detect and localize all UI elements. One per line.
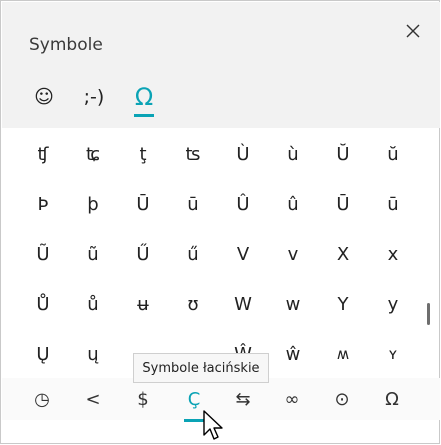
symbol-cell[interactable]: w xyxy=(268,284,318,324)
symbol-cell[interactable]: ʦ xyxy=(168,134,218,174)
symbol-cell[interactable]: Ū xyxy=(318,184,368,224)
tab-kaomoji[interactable]: ;-) xyxy=(74,74,114,120)
tooltip: Symbole łacińskie xyxy=(133,353,269,383)
symbol-cell[interactable]: û xyxy=(268,184,318,224)
close-icon xyxy=(406,24,420,38)
category-punctuation[interactable]: < xyxy=(68,378,118,420)
symbol-cell[interactable]: Ŭ xyxy=(318,134,368,174)
symbol-cell[interactable]: ū xyxy=(368,184,418,224)
symbol-cell[interactable]: W xyxy=(218,284,268,324)
symbol-cell[interactable]: V xyxy=(218,234,268,274)
symbol-cell[interactable]: ʏ xyxy=(368,334,418,374)
symbol-cell[interactable]: ù xyxy=(268,134,318,174)
omega-icon: Ω xyxy=(134,83,154,111)
symbol-cell[interactable]: Ū xyxy=(118,184,168,224)
symbol-cell[interactable]: X xyxy=(318,234,368,274)
symbol-cell[interactable]: x xyxy=(368,234,418,274)
close-button[interactable] xyxy=(400,18,426,44)
category-language-icon: Ω xyxy=(385,388,399,410)
symbol-cell[interactable]: ŵ xyxy=(268,334,318,374)
symbol-cell[interactable]: Û xyxy=(218,184,268,224)
symbol-cell[interactable]: ŭ xyxy=(368,134,418,174)
symbol-cell[interactable]: ʉ xyxy=(118,284,168,324)
tab-selected-indicator xyxy=(134,114,154,117)
symbol-cell[interactable]: y xyxy=(368,284,418,324)
category-arrows-icon: ⇆ xyxy=(235,388,251,410)
scrollbar-thumb[interactable] xyxy=(427,303,430,325)
symbol-cell[interactable]: ũ xyxy=(68,234,118,274)
tab-emoji[interactable]: ☺ xyxy=(24,74,64,120)
symbol-cell[interactable]: Þ xyxy=(18,184,68,224)
panel-header: Symbole ☺ ;-) Ω xyxy=(2,2,440,128)
symbol-cell[interactable]: ű xyxy=(168,234,218,274)
tab-kaomoji-label: ;-) xyxy=(83,86,105,108)
category-recent-icon: ◷ xyxy=(34,388,50,410)
mouse-cursor-icon xyxy=(203,410,223,440)
symbol-cell[interactable]: v xyxy=(268,234,318,274)
symbol-cell[interactable]: ţ xyxy=(118,134,168,174)
symbol-cell[interactable]: Ù xyxy=(218,134,268,174)
symbol-cell[interactable]: ū xyxy=(168,184,218,224)
symbol-cell[interactable]: ʧ xyxy=(18,134,68,174)
symbol-cell[interactable]: ʨ xyxy=(68,134,118,174)
symbol-cell[interactable]: Ų xyxy=(18,334,68,374)
category-math[interactable]: ∞ xyxy=(267,378,317,420)
category-latin-icon: Ç xyxy=(187,388,201,410)
symbol-cell[interactable]: Y xyxy=(318,284,368,324)
category-currency-icon: $ xyxy=(137,388,149,410)
symbol-cell[interactable]: ů xyxy=(68,284,118,324)
symbol-cell[interactable]: ʍ xyxy=(318,334,368,374)
symbol-cell[interactable]: Ů xyxy=(18,284,68,324)
category-supplemental[interactable]: ⊙ xyxy=(317,378,367,420)
category-arrows[interactable]: ⇆ xyxy=(218,378,268,420)
category-selected-indicator xyxy=(184,419,204,422)
category-math-icon: ∞ xyxy=(284,388,300,410)
symbol-cell[interactable]: Ű xyxy=(118,234,168,274)
symbol-cell[interactable]: Ũ xyxy=(18,234,68,274)
symbol-cell[interactable]: ų xyxy=(68,334,118,374)
tab-bar: ☺ ;-) Ω xyxy=(2,74,440,124)
smiley-icon: ☺ xyxy=(34,86,54,108)
category-language[interactable]: Ω xyxy=(367,378,417,420)
panel-title: Symbole xyxy=(29,35,103,55)
category-punctuation-icon: < xyxy=(85,388,101,410)
category-currency[interactable]: $ xyxy=(118,378,168,420)
symbol-cell[interactable]: þ xyxy=(68,184,118,224)
category-recent[interactable]: ◷ xyxy=(17,378,67,420)
symbol-cell[interactable]: ʊ xyxy=(168,284,218,324)
category-supplemental-icon: ⊙ xyxy=(334,388,350,410)
symbols-panel: Symbole ☺ ;-) Ω ʧʨţʦÙùŬŭÞþŪūÛûŪūŨũŰűVvXx… xyxy=(0,0,440,444)
